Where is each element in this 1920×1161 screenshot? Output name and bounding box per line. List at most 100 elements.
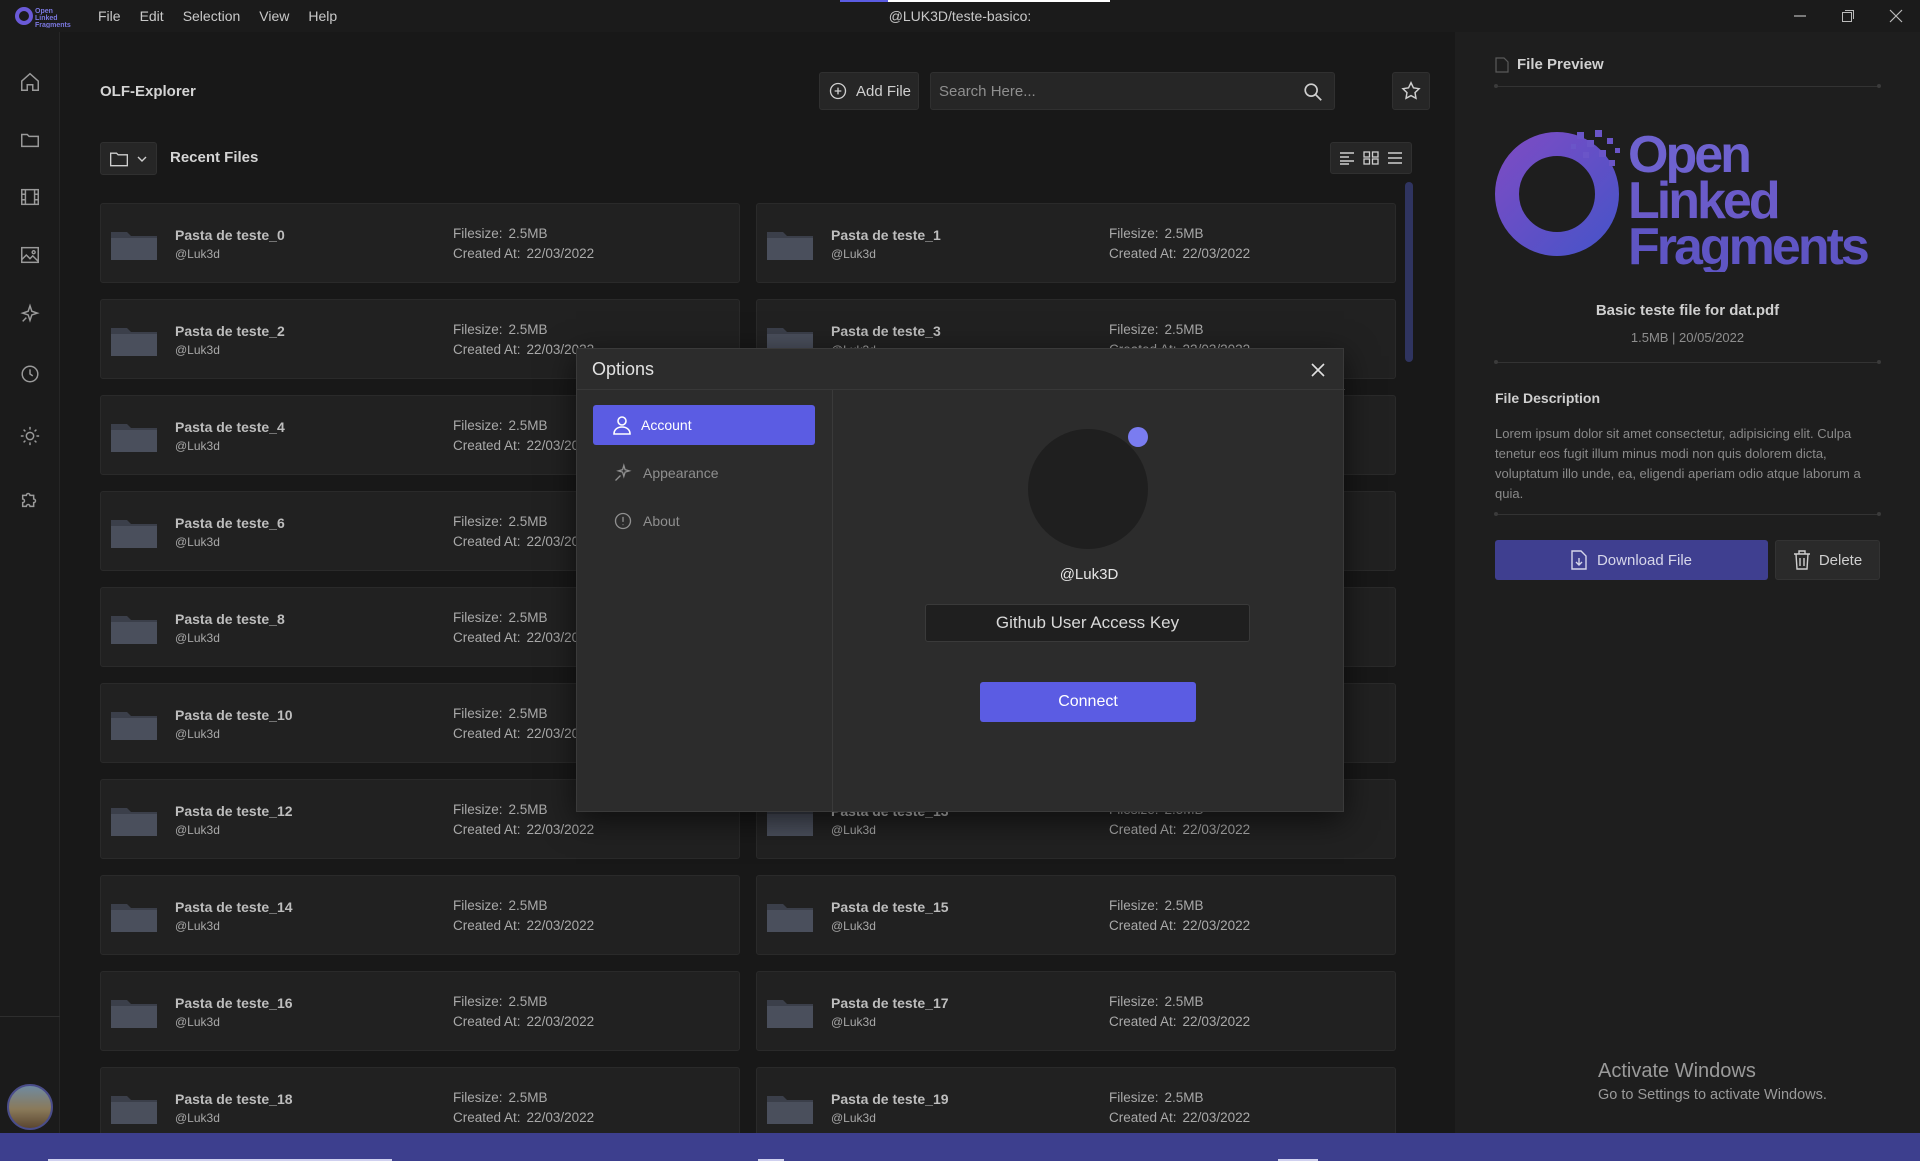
delete-label: Delete xyxy=(1818,551,1863,569)
folder-icon[interactable] xyxy=(18,128,42,152)
option-account[interactable]: Account xyxy=(593,405,815,445)
file-name: Pasta de teste_12 xyxy=(175,803,293,819)
file-card[interactable]: Pasta de teste_17 @Luk3d Filesize: 2.5MB … xyxy=(756,971,1396,1051)
puzzle-icon[interactable] xyxy=(18,487,42,511)
search-input[interactable] xyxy=(939,73,1289,109)
sun-icon[interactable] xyxy=(18,424,42,448)
menu-view[interactable]: View xyxy=(259,8,289,24)
section-title: Recent Files xyxy=(170,149,259,166)
align-left-icon[interactable] xyxy=(1339,151,1355,165)
file-card[interactable]: Pasta de teste_1 @Luk3d Filesize: 2.5MB C… xyxy=(756,203,1396,283)
maximize-button[interactable] xyxy=(1824,0,1872,32)
filesize-value: 2.5MB xyxy=(508,322,548,337)
close-window-button[interactable] xyxy=(1872,0,1920,32)
file-owner: @Luk3d xyxy=(831,1015,876,1029)
access-key-input[interactable] xyxy=(925,604,1250,642)
download-button[interactable]: Download File xyxy=(1495,540,1768,580)
created-label: Created At: xyxy=(453,1110,521,1125)
close-icon xyxy=(1889,9,1903,23)
file-card[interactable]: Pasta de teste_14 @Luk3d Filesize: 2.5MB … xyxy=(100,875,740,955)
menu-help[interactable]: Help xyxy=(308,8,337,24)
preview-file-meta: 1.5MB | 20/05/2022 xyxy=(1630,330,1745,345)
filesize-label: Filesize: xyxy=(453,802,503,817)
avatar[interactable] xyxy=(7,1084,53,1130)
filesize-label: Filesize: xyxy=(453,322,503,337)
created-value: 22/03/2022 xyxy=(1182,1110,1251,1125)
folder-icon xyxy=(767,1000,813,1028)
sparkle-icon xyxy=(615,463,632,481)
file-card[interactable]: Pasta de teste_15 @Luk3d Filesize: 2.5MB … xyxy=(756,875,1396,955)
filesize-value: 2.5MB xyxy=(1164,322,1204,337)
info-icon xyxy=(614,512,632,530)
filesize-label: Filesize: xyxy=(1109,898,1159,913)
filesize-value: 2.5MB xyxy=(1164,226,1204,241)
file-owner: @Luk3d xyxy=(175,631,220,645)
created-label: Created At: xyxy=(453,726,521,741)
filesize-label: Filesize: xyxy=(453,706,503,721)
delete-button[interactable]: Delete xyxy=(1775,540,1880,580)
grid-icon[interactable] xyxy=(1363,151,1379,165)
file-card[interactable]: Pasta de teste_0 @Luk3d Filesize: 2.5MB C… xyxy=(100,203,740,283)
created-label: Created At: xyxy=(453,822,521,837)
file-name: Pasta de teste_14 xyxy=(175,899,293,915)
connect-button[interactable]: Connect xyxy=(980,682,1196,722)
options-dialog: Options Account Appearance About @Luk3D … xyxy=(576,348,1345,812)
filesize-value: 2.5MB xyxy=(508,898,548,913)
chevron-down-icon xyxy=(137,156,147,162)
page-title: OLF-Explorer xyxy=(100,83,196,100)
minimize-icon xyxy=(1794,15,1806,17)
file-icon xyxy=(1495,56,1509,73)
option-about[interactable]: About xyxy=(593,501,815,541)
scrollbar[interactable] xyxy=(1405,182,1413,362)
search-icon[interactable] xyxy=(1302,81,1324,103)
created-value: 22/03/2022 xyxy=(526,1014,595,1029)
minimize-button[interactable] xyxy=(1776,0,1824,32)
file-owner: @Luk3d xyxy=(175,1015,220,1029)
sparkle-icon[interactable] xyxy=(18,302,42,326)
created-label: Created At: xyxy=(1109,918,1177,933)
image-icon[interactable] xyxy=(18,243,42,267)
file-name: Pasta de teste_17 xyxy=(831,995,949,1011)
divider xyxy=(1494,360,1881,364)
preview-header: File Preview xyxy=(1495,56,1604,73)
menu-file[interactable]: File xyxy=(98,8,121,24)
svg-text:Open: Open xyxy=(35,8,53,15)
created-label: Created At: xyxy=(1109,822,1177,837)
created-value: 22/03/2022 xyxy=(1182,246,1251,261)
dialog-close-button[interactable] xyxy=(1307,359,1329,381)
folder-icon xyxy=(111,520,157,548)
menu-bar: File Edit Selection View Help xyxy=(98,0,337,32)
menu-selection[interactable]: Selection xyxy=(183,8,241,24)
clock-icon[interactable] xyxy=(18,362,42,386)
favorites-button[interactable] xyxy=(1392,72,1430,110)
filesize-value: 2.5MB xyxy=(508,226,548,241)
filesize-value: 2.5MB xyxy=(508,1090,548,1105)
filesize-label: Filesize: xyxy=(1109,994,1159,1009)
created-label: Created At: xyxy=(453,630,521,645)
menu-edit[interactable]: Edit xyxy=(140,8,164,24)
file-preview-panel: File Preview Open Linked Fragments Basic… xyxy=(1455,32,1920,1133)
filesize-value: 2.5MB xyxy=(508,514,548,529)
add-file-button[interactable]: Add File xyxy=(819,72,919,110)
account-handle: @Luk3D xyxy=(1059,566,1119,583)
title-bar: Open Linked Fragments File Edit Selectio… xyxy=(0,0,1920,32)
folder-icon xyxy=(111,904,157,932)
folder-dropdown[interactable] xyxy=(100,142,157,175)
filesize-value: 2.5MB xyxy=(508,994,548,1009)
list-icon[interactable] xyxy=(1387,151,1403,165)
online-status-dot xyxy=(1128,427,1148,447)
file-card[interactable]: Pasta de teste_16 @Luk3d Filesize: 2.5MB … xyxy=(100,971,740,1051)
file-name: Pasta de teste_6 xyxy=(175,515,285,531)
download-file-icon xyxy=(1571,550,1587,570)
home-icon[interactable] xyxy=(18,70,42,94)
description-title: File Description xyxy=(1495,390,1601,406)
filesize-label: Filesize: xyxy=(1109,1090,1159,1105)
created-label: Created At: xyxy=(453,534,521,549)
account-avatar[interactable] xyxy=(1028,429,1148,549)
filesize-value: 2.5MB xyxy=(508,802,548,817)
user-icon xyxy=(613,416,631,435)
option-appearance[interactable]: Appearance xyxy=(593,453,815,493)
folder-icon xyxy=(111,712,157,740)
film-icon[interactable] xyxy=(18,185,42,209)
close-icon xyxy=(1311,363,1325,377)
